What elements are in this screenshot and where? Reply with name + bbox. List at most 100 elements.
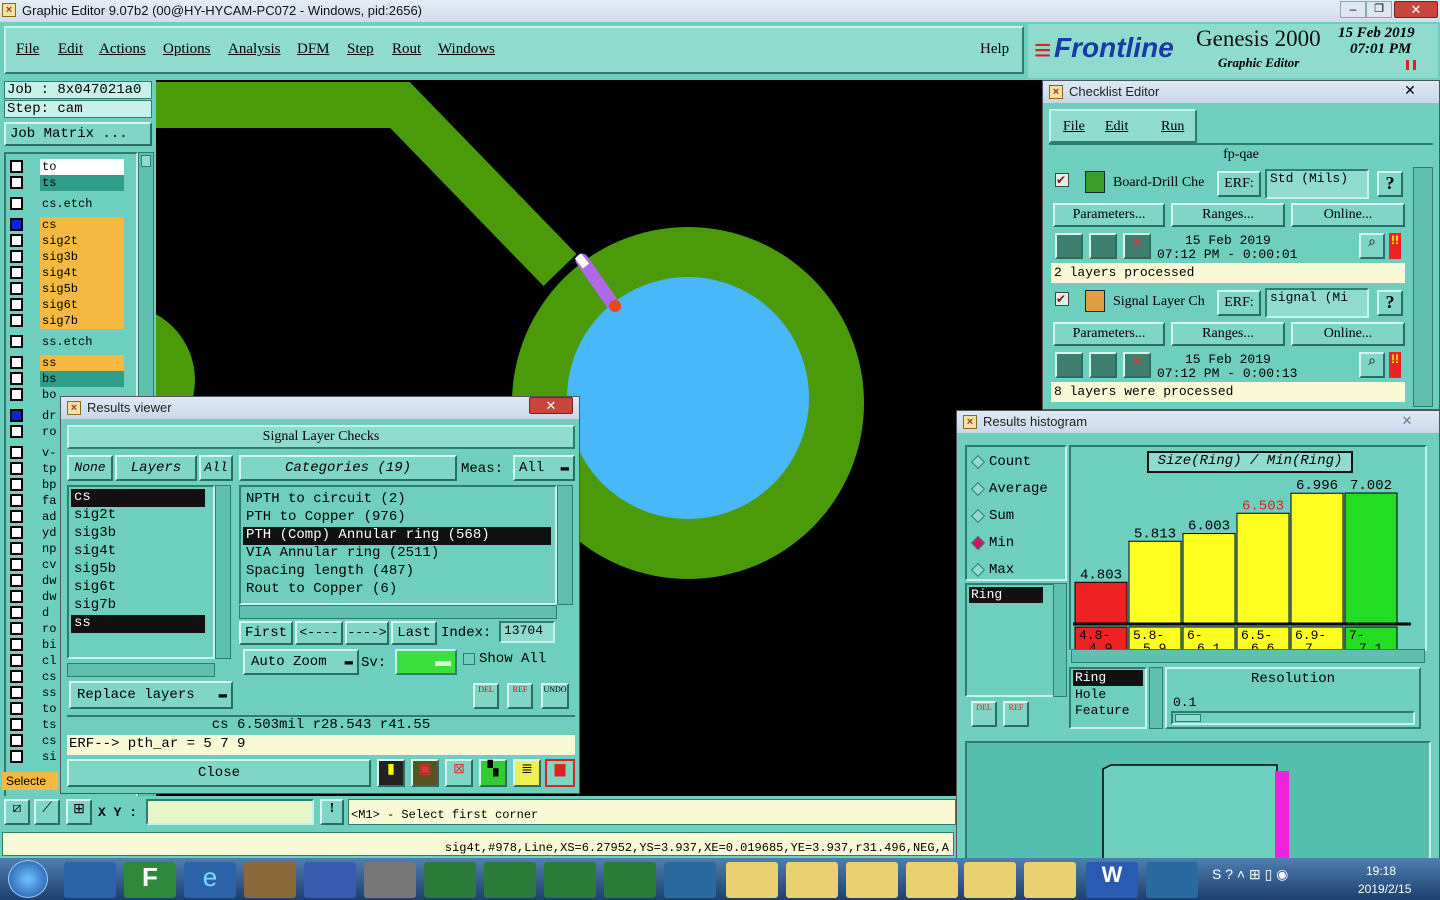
- layer-name[interactable]: cs.etch: [40, 196, 124, 212]
- taskbar-app-5[interactable]: [304, 862, 356, 898]
- viewer-del-button[interactable]: DEL: [473, 683, 499, 709]
- histogram-close-button[interactable]: ✕: [1391, 413, 1423, 430]
- ranges-button[interactable]: Ranges...: [1171, 322, 1285, 346]
- layer-row-partial[interactable]: cs: [8, 669, 66, 685]
- viewer-undo-button[interactable]: UNDO: [541, 683, 569, 709]
- step-icon[interactable]: ▚: [479, 759, 507, 787]
- layer-row-partial[interactable]: d: [8, 605, 66, 621]
- layer-result-item[interactable]: sig5b: [71, 561, 205, 579]
- histogram-bar[interactable]: [1128, 540, 1182, 624]
- radio-icon[interactable]: [970, 535, 986, 551]
- layer-row-sig3b[interactable]: sig3b: [8, 249, 124, 265]
- layer-row-partial[interactable]: cl: [8, 653, 66, 669]
- mode-option-count[interactable]: Count: [970, 453, 1063, 473]
- taskbar-app-frontline[interactable]: F: [124, 862, 176, 898]
- last-button[interactable]: Last: [391, 621, 437, 645]
- taskbar-genesis-2[interactable]: [786, 862, 838, 898]
- show-all-checkbox[interactable]: [463, 653, 475, 665]
- type-hole[interactable]: Hole: [1073, 687, 1143, 702]
- snap-icon[interactable]: ⟋: [34, 799, 60, 825]
- start-button[interactable]: [8, 860, 48, 898]
- zoom-results-icon[interactable]: ⌕: [1359, 352, 1385, 378]
- taskbar-app-4[interactable]: [244, 862, 296, 898]
- layer-checkbox[interactable]: [10, 388, 23, 401]
- layer-checkbox[interactable]: [10, 654, 23, 667]
- category-item[interactable]: NPTH to circuit (2): [243, 491, 551, 509]
- menu-analysis[interactable]: Analysis: [228, 41, 281, 58]
- layer-checkbox[interactable]: [10, 372, 23, 385]
- histogram-list-scrollbar[interactable]: [1053, 583, 1067, 697]
- maximize-button[interactable]: ❐: [1366, 1, 1392, 18]
- menu-dfm[interactable]: DFM: [297, 41, 330, 58]
- meas-select[interactable]: All ▬: [513, 455, 575, 481]
- taskbar-excel-1[interactable]: [424, 862, 476, 898]
- categories-button[interactable]: Categories (19): [239, 455, 457, 481]
- radio-icon[interactable]: [970, 508, 986, 524]
- checklist-menu-file[interactable]: File: [1063, 119, 1085, 135]
- taskbar-genesis-1[interactable]: [726, 862, 778, 898]
- layer-checkbox[interactable]: [10, 622, 23, 635]
- run-step-icon[interactable]: [1089, 233, 1117, 259]
- radio-icon[interactable]: [970, 481, 986, 497]
- parameters-button[interactable]: Parameters...: [1053, 322, 1165, 346]
- layer-checkbox[interactable]: [10, 750, 23, 763]
- category-item[interactable]: VIA Annular ring (2511): [243, 545, 551, 563]
- layer-name[interactable]: ss.etch: [40, 334, 124, 350]
- layer-row-ss[interactable]: ss: [8, 355, 124, 371]
- menu-help[interactable]: Help: [980, 41, 1009, 58]
- close-button[interactable]: Close: [67, 759, 371, 787]
- layer-row-ss-etch[interactable]: ss.etch: [8, 334, 124, 350]
- none-button[interactable]: None: [67, 455, 113, 481]
- layer-checkbox[interactable]: [10, 282, 23, 295]
- layer-checkbox[interactable]: [10, 335, 23, 348]
- taskbar-app-19[interactable]: [1146, 862, 1198, 898]
- viewer-close-icon[interactable]: ✕: [529, 397, 573, 414]
- pause-icon[interactable]: [1406, 60, 1416, 70]
- layer-name[interactable]: ts: [40, 175, 124, 191]
- layer-result-item[interactable]: sig3b: [71, 525, 205, 543]
- layers-button[interactable]: Layers: [115, 455, 197, 481]
- run-step-icon[interactable]: [1089, 352, 1117, 378]
- erf-button[interactable]: ERF:: [1217, 171, 1261, 197]
- taskbar-excel-3[interactable]: [544, 862, 596, 898]
- histogram-list-item[interactable]: Ring: [969, 587, 1043, 603]
- erf-value[interactable]: Std (Mils): [1265, 169, 1369, 199]
- layer-checkbox[interactable]: [10, 425, 23, 438]
- layer-row-partial[interactable]: ts: [8, 717, 66, 733]
- next-button[interactable]: ---->: [345, 621, 389, 645]
- first-button[interactable]: First: [239, 621, 293, 645]
- layer-checkbox[interactable]: [10, 234, 23, 247]
- layer-row-partial[interactable]: si: [8, 749, 66, 765]
- online-button[interactable]: Online...: [1291, 203, 1405, 227]
- taskbar-ie-icon[interactable]: e: [184, 862, 236, 898]
- resolution-slider[interactable]: [1171, 711, 1415, 725]
- grid-icon[interactable]: ⊞: [66, 799, 92, 825]
- layer-checkbox[interactable]: [10, 734, 23, 747]
- radio-icon[interactable]: [970, 454, 986, 470]
- layer-result-item[interactable]: sig4t: [71, 543, 205, 561]
- layer-row-sig4t[interactable]: sig4t: [8, 265, 124, 281]
- layer-name[interactable]: sig2t: [40, 233, 124, 249]
- histogram-list[interactable]: Ring: [965, 583, 1057, 697]
- checklist-scrollbar[interactable]: [1413, 167, 1433, 407]
- mode-option-min[interactable]: Min: [970, 534, 1063, 554]
- layer-name[interactable]: to: [40, 159, 124, 175]
- menu-file[interactable]: File: [16, 41, 39, 58]
- menu-windows[interactable]: Windows: [438, 41, 495, 58]
- type-list-scrollbar[interactable]: [1149, 667, 1163, 729]
- help-icon[interactable]: ?: [1377, 290, 1403, 316]
- window-close-button[interactable]: ✕: [1394, 1, 1438, 18]
- mode-option-average[interactable]: Average: [970, 480, 1063, 500]
- erf-button[interactable]: ERF:: [1217, 290, 1261, 316]
- layer-name[interactable]: sig5b: [40, 281, 124, 297]
- layer-checkbox[interactable]: [10, 176, 23, 189]
- menu-edit[interactable]: Edit: [58, 41, 83, 58]
- warning-icon[interactable]: !: [320, 799, 344, 825]
- layer-name[interactable]: ss: [40, 355, 124, 371]
- run-check-icon[interactable]: [1055, 233, 1083, 259]
- layer-checkbox[interactable]: [10, 298, 23, 311]
- layer-name[interactable]: sig4t: [40, 265, 124, 281]
- layer-name[interactable]: cs: [40, 217, 124, 233]
- taskbar-genesis-4[interactable]: [906, 862, 958, 898]
- layer-checkbox[interactable]: [10, 542, 23, 555]
